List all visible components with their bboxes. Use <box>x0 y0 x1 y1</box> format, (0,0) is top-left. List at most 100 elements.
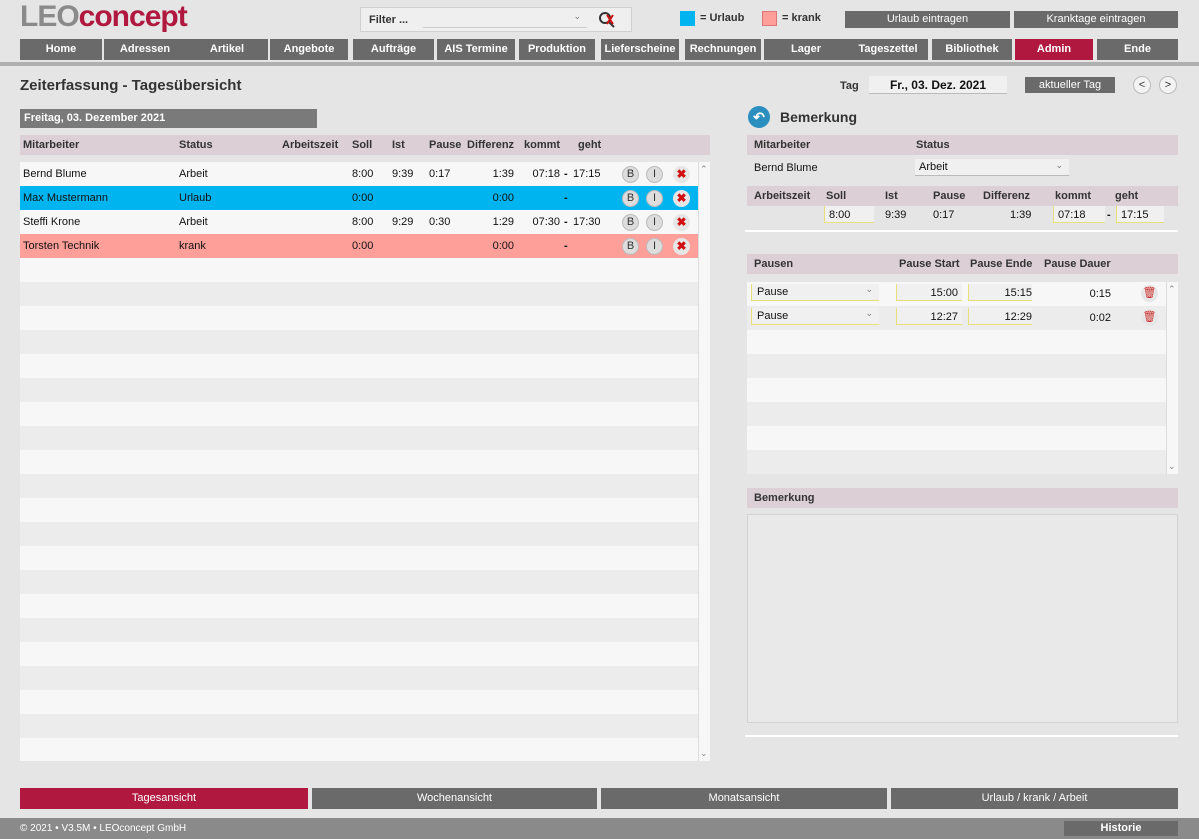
table-row <box>20 426 698 450</box>
search-clear-icon[interactable] <box>597 10 617 30</box>
nav-bibliothek[interactable]: Bibliothek <box>932 39 1012 60</box>
detail-soll-field[interactable]: 8:00 <box>824 206 874 223</box>
i-button[interactable]: I <box>646 166 663 183</box>
i-button[interactable]: I <box>646 190 663 207</box>
pausen-list: Pause ⌄ 15:00 15:15 0:15 🗑 Pause ⌄ 12:27 12:29 0:0… <box>747 282 1166 474</box>
col-ist[interactable]: Ist <box>392 139 405 151</box>
nav-lieferscheine[interactable]: Lieferscheine <box>601 39 679 60</box>
detail-geht-label: geht <box>1115 190 1139 202</box>
legend-krank-swatch <box>762 11 777 26</box>
table-row[interactable]: Torsten Technik krank 0:00 0:00 - B I ✖ <box>20 234 698 258</box>
bemerkung-header: Bemerkung <box>747 488 1178 508</box>
current-day-button[interactable]: aktueller Tag <box>1025 77 1115 93</box>
trash-icon[interactable]: 🗑 <box>1141 285 1158 302</box>
pause-type-select[interactable]: Pause ⌄ <box>751 284 879 301</box>
nav-aufträge[interactable]: Aufträge <box>353 39 434 60</box>
table-row[interactable]: Bernd Blume Arbeit 8:00 9:39 0:17 1:39 07:18-1… <box>20 162 698 186</box>
scroll-down-icon[interactable]: ⌄ <box>1168 461 1176 472</box>
col-mitarbeiter[interactable]: Mitarbeiter <box>23 139 79 151</box>
nav-artikel[interactable]: Artikel <box>186 39 268 60</box>
scroll-down-icon[interactable]: ⌄ <box>700 748 708 759</box>
col-pause[interactable]: Pause <box>429 139 461 151</box>
col-status[interactable]: Status <box>179 139 213 151</box>
nav-tageszettel[interactable]: Tageszettel <box>848 39 928 60</box>
kranktage-eintragen-button[interactable]: Kranktage eintragen <box>1014 11 1178 28</box>
detail-geht-field[interactable]: 17:15 <box>1116 206 1164 223</box>
delete-icon[interactable]: ✖ <box>673 190 690 207</box>
pause-row[interactable]: Pause ⌄ 15:00 15:15 0:15 🗑 <box>747 282 1166 306</box>
cell-name: Max Mustermann <box>23 192 108 204</box>
table-row <box>20 282 698 306</box>
delete-icon[interactable]: ✖ <box>673 214 690 231</box>
table-row[interactable]: Steffi Krone Arbeit 8:00 9:29 0:30 1:29 07:30-… <box>20 210 698 234</box>
pause-start-field[interactable]: 12:27 <box>896 308 962 325</box>
col-kommt[interactable]: kommt <box>524 139 560 151</box>
filter-select[interactable]: ⌄ <box>423 11 587 28</box>
historie-button[interactable]: Historie <box>1064 821 1178 836</box>
tab-monatsansicht[interactable]: Monatsansicht <box>601 788 887 809</box>
b-button[interactable]: B <box>622 238 639 255</box>
cell-pause: 0:30 <box>429 216 451 228</box>
nav-admin[interactable]: Admin <box>1015 39 1093 60</box>
nav-ais-termine[interactable]: AIS Termine <box>437 39 515 60</box>
date-field[interactable]: Fr., 03. Dez. 2021 <box>869 76 1007 94</box>
delete-icon[interactable]: ✖ <box>673 238 690 255</box>
col-differenz[interactable]: Differenz <box>467 139 514 151</box>
table-row <box>20 738 698 761</box>
pause-row[interactable]: Pause ⌄ 12:27 12:29 0:02 🗑 <box>747 306 1166 330</box>
nav-home[interactable]: Home <box>20 39 102 60</box>
pause-ende-label: Pause Ende <box>970 258 1033 270</box>
trash-icon[interactable]: 🗑 <box>1141 309 1158 326</box>
table-row[interactable]: Max Mustermann Urlaub 0:00 0:00 - B I ✖ <box>20 186 698 210</box>
table-row <box>20 378 698 402</box>
prev-day-button[interactable]: < <box>1133 76 1151 94</box>
nav-ende[interactable]: Ende <box>1097 39 1178 60</box>
i-button[interactable]: I <box>646 214 663 231</box>
tab-wochenansicht[interactable]: Wochenansicht <box>312 788 597 809</box>
detail-status-select[interactable]: Arbeit ⌄ <box>915 159 1069 176</box>
table-row <box>20 498 698 522</box>
col-soll[interactable]: Soll <box>352 139 372 151</box>
cell-soll: 0:00 <box>352 192 374 204</box>
cell-status: krank <box>179 240 206 252</box>
b-button[interactable]: B <box>622 190 639 207</box>
pause-ende-field[interactable]: 15:15 <box>968 284 1032 301</box>
tab-urlaub-krank-arbeit[interactable]: Urlaub / krank / Arbeit <box>891 788 1178 809</box>
table-row <box>20 402 698 426</box>
cell-soll: 8:00 <box>352 216 374 228</box>
detail-kommt-field[interactable]: 07:18 <box>1053 206 1105 223</box>
pause-type-select[interactable]: Pause ⌄ <box>751 308 879 325</box>
urlaub-eintragen-button[interactable]: Urlaub eintragen <box>845 11 1010 28</box>
pause-row <box>747 450 1166 474</box>
pause-start-field[interactable]: 15:00 <box>896 284 962 301</box>
i-button[interactable]: I <box>646 238 663 255</box>
nav-adressen[interactable]: Adressen <box>104 39 186 60</box>
pause-dauer: 0:02 <box>1089 312 1111 324</box>
cell-diff: 0:00 <box>492 240 514 252</box>
table-header: Mitarbeiter Status Arbeitszeit Soll Ist … <box>20 135 710 155</box>
cell-dash: - <box>564 240 568 252</box>
back-arrow-icon[interactable]: ↶ <box>748 106 770 128</box>
nav-angebote[interactable]: Angebote <box>270 39 348 60</box>
nav-produktion[interactable]: Produktion <box>519 39 595 60</box>
nav-lager[interactable]: Lager <box>764 39 848 60</box>
table-row <box>20 666 698 690</box>
bemerkung-textarea[interactable] <box>747 514 1178 723</box>
cell-diff: 1:29 <box>492 216 514 228</box>
next-day-button[interactable]: > <box>1159 76 1177 94</box>
list-scrollbar[interactable]: ⌃ ⌄ <box>698 162 710 761</box>
col-geht[interactable]: geht <box>578 139 601 151</box>
pausen-scrollbar[interactable]: ⌃ ⌄ <box>1166 282 1178 474</box>
delete-icon[interactable]: ✖ <box>673 166 690 183</box>
scroll-up-icon[interactable]: ⌃ <box>700 164 708 175</box>
scroll-up-icon[interactable]: ⌃ <box>1168 284 1176 295</box>
pause-ende-field[interactable]: 12:29 <box>968 308 1032 325</box>
detail-mitarbeiter-label: Mitarbeiter <box>754 139 811 151</box>
b-button[interactable]: B <box>622 214 639 231</box>
copyright: © 2021 • V3.5M • LEOconcept GmbH <box>20 823 187 834</box>
b-button[interactable]: B <box>622 166 639 183</box>
col-arbeitszeit[interactable]: Arbeitszeit <box>282 139 338 151</box>
tab-tagesansicht[interactable]: Tagesansicht <box>20 788 308 809</box>
nav-rechnungen[interactable]: Rechnungen <box>685 39 761 60</box>
cell-dash: - <box>564 216 568 228</box>
